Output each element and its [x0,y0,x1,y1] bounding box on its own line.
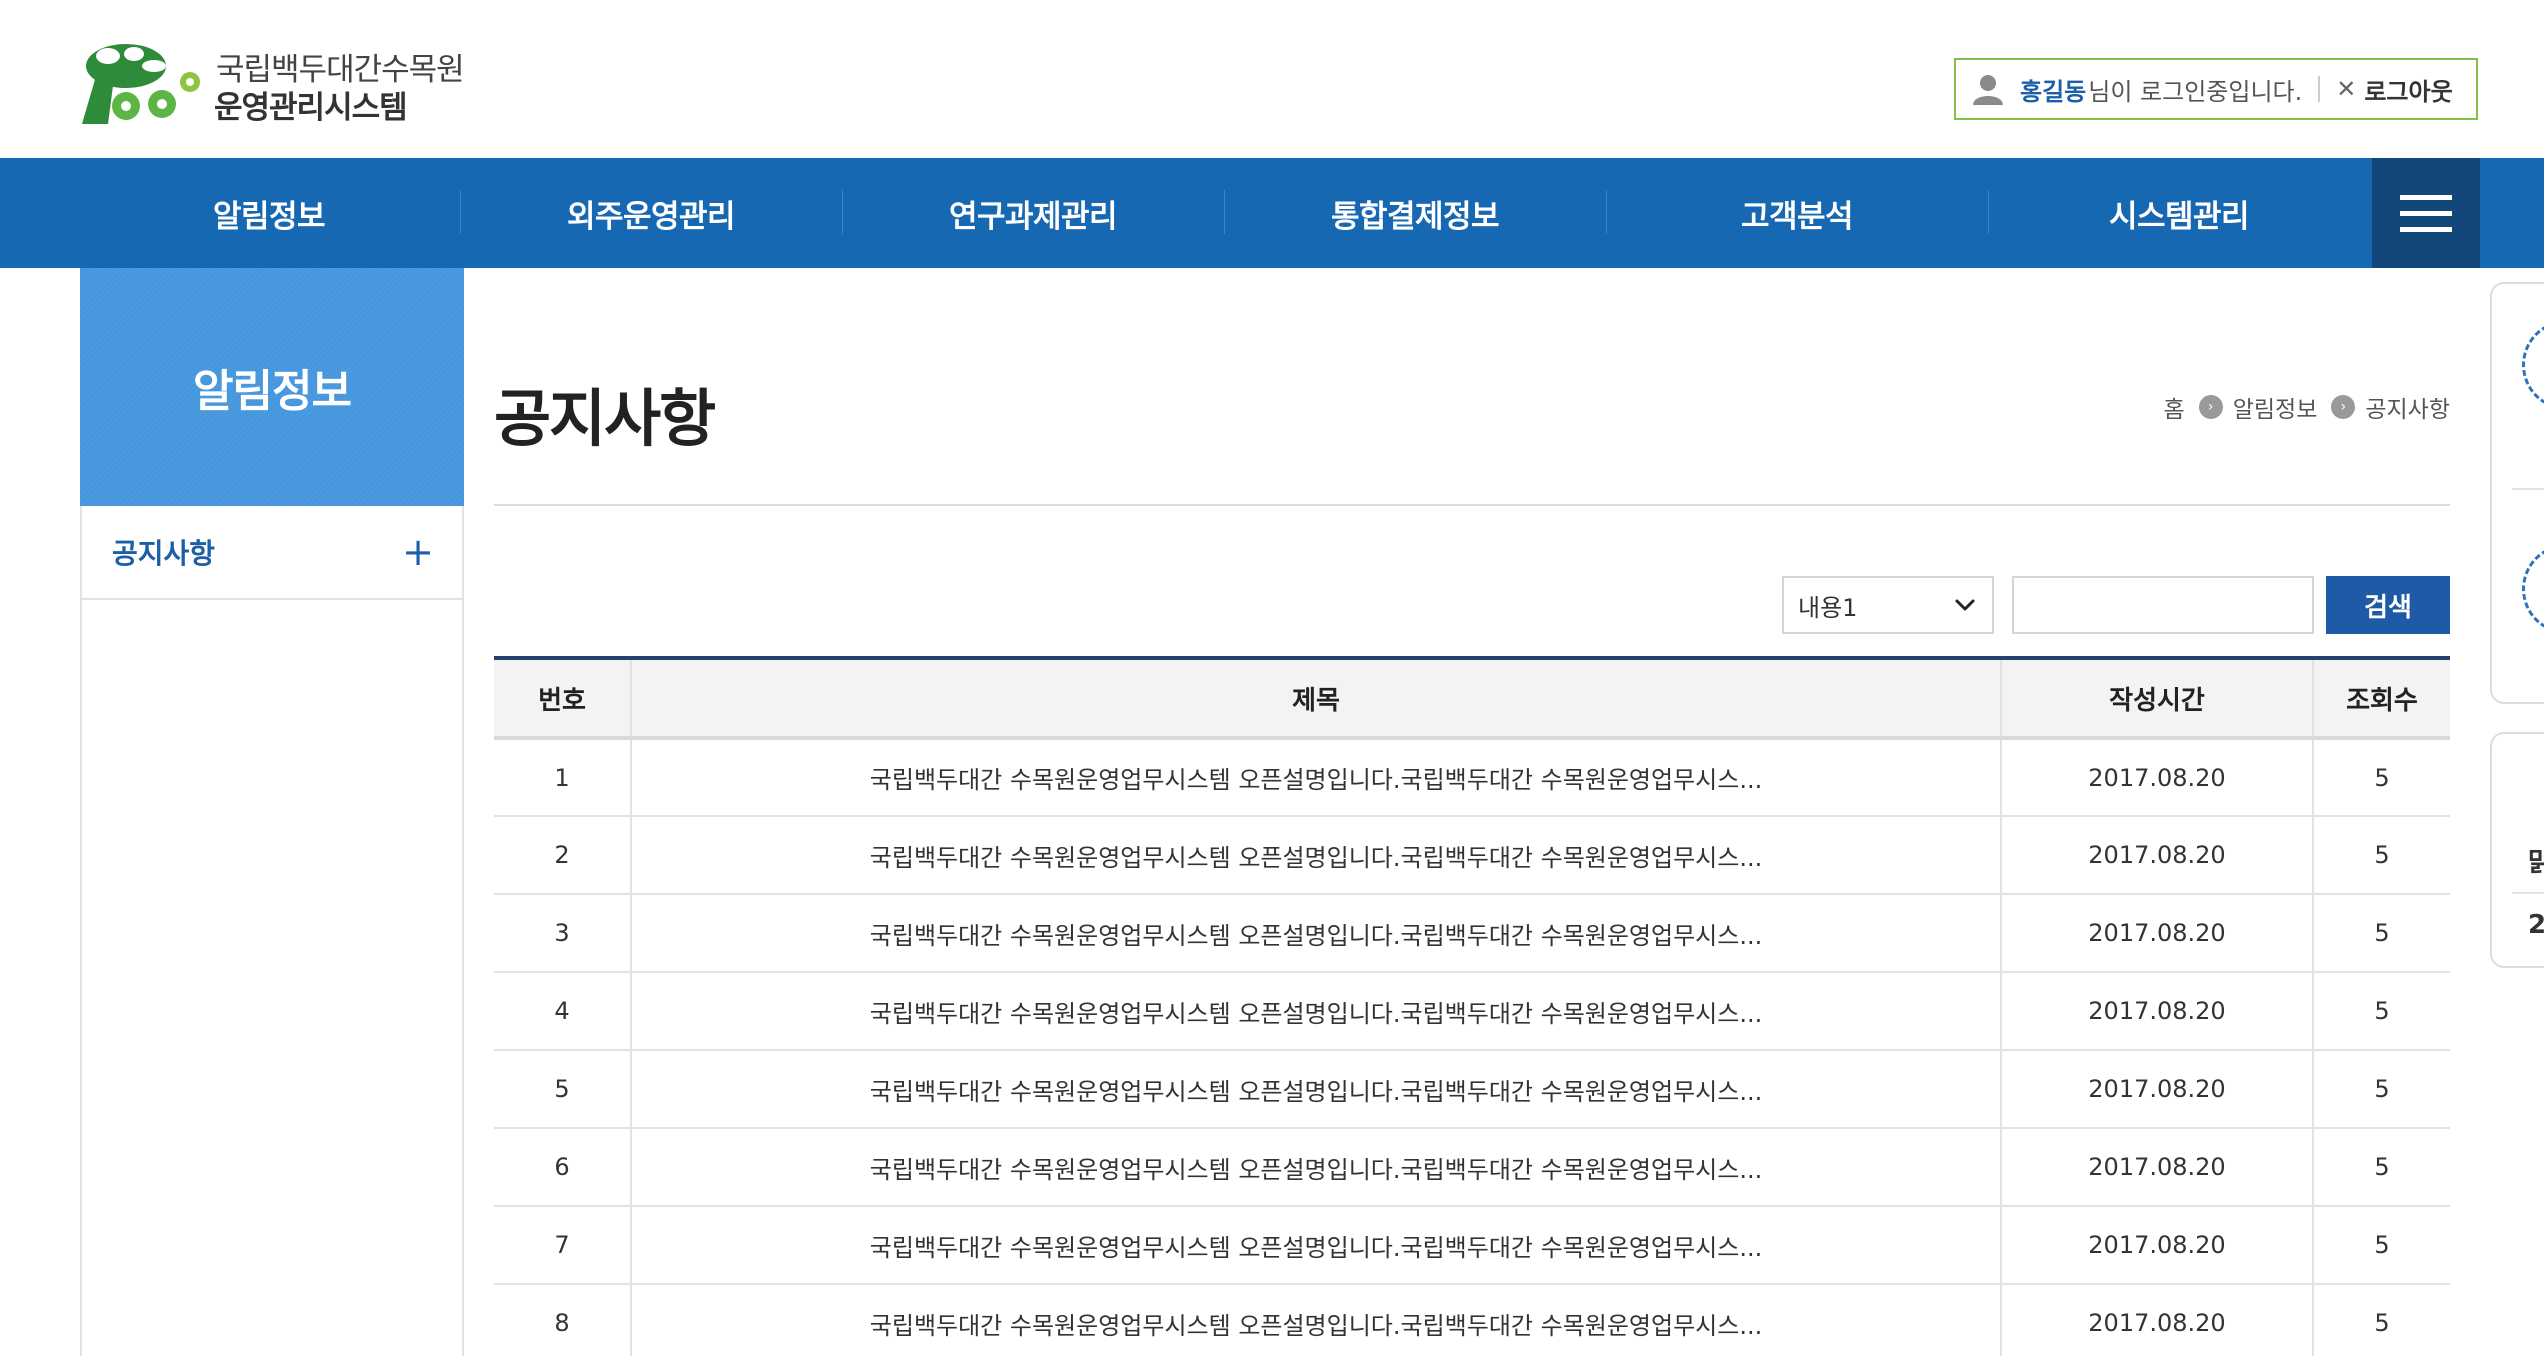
row-number: 7 [494,1206,631,1285]
breadcrumb: 홈 › 알림정보 › 공지사항 [2164,390,2450,424]
row-date: 2017.08.20 [2000,1206,2313,1285]
user-name: 홍길동 [2020,77,2087,106]
sidebar-item-label: 공지사항 [112,537,216,570]
table-row[interactable]: 7 국립백두대간 수목원운영업무시스템 오픈설명입니다.국립백두대간 수목원운영… [494,1206,2450,1285]
row-date: 2017.08.20 [2000,1128,2313,1207]
gnb-item-customer[interactable]: 고객분석 [1606,158,1988,268]
weather-text: 맑 [2528,842,2544,879]
table-row[interactable]: 2 국립백두대간 수목원운영업무시스템 오픈설명입니다.국립백두대간 수목원운영… [494,816,2450,895]
row-title-link[interactable]: 국립백두대간 수목원운영업무시스템 오픈설명입니다.국립백두대간 수목원운영업무… [629,738,2002,817]
row-date: 2017.08.20 [2000,738,2313,817]
table-row[interactable]: 5 국립백두대간 수목원운영업무시스템 오픈설명입니다.국립백두대간 수목원운영… [494,1050,2450,1129]
row-number: 8 [494,1284,631,1356]
row-number: 1 [494,738,631,817]
row-views: 5 [2311,1206,2450,1285]
table-row[interactable]: 4 국립백두대간 수목원운영업무시스템 오픈설명입니다.국립백두대간 수목원운영… [494,972,2450,1051]
row-title-link[interactable]: 국립백두대간 수목원운영업무시스템 오픈설명입니다.국립백두대간 수목원운영업무… [629,1128,2002,1207]
row-views: 5 [2311,738,2450,817]
sidebar: 알림정보 공지사항 + [80,268,464,1356]
chevron-right-icon: › [2331,395,2356,419]
row-number: 5 [494,1050,631,1129]
logo-title-line2: 운영관리시스템 [214,90,408,126]
search-type-select[interactable]: 내용1 [1782,576,1994,634]
user-icon [1973,75,2003,105]
gnb-item-outsourcing[interactable]: 외주운영관리 [460,158,842,268]
divider [2318,76,2321,102]
quick-menu-circle-icon [2522,320,2544,410]
logo-tree-icon [82,44,200,124]
breadcrumb-home[interactable]: 홈 [2164,390,2185,424]
divider [494,504,2450,506]
gnb-item-notice[interactable]: 알림정보 [78,158,460,268]
table-header-row: 번호 제목 작성시간 조회수 [494,656,2450,740]
breadcrumb-current[interactable]: 공지사항 [2365,390,2450,424]
row-views: 5 [2311,894,2450,973]
column-header-no: 번호 [494,656,631,740]
row-number: 2 [494,816,631,895]
row-number: 3 [494,894,631,973]
plus-icon: + [402,530,434,574]
chevron-down-icon [1955,599,1975,611]
search-type-value: 내용1 [1798,593,1858,622]
search-button[interactable]: 검색 [2326,576,2450,634]
search-input[interactable] [2012,576,2314,634]
divider [2512,488,2544,490]
hamburger-menu-icon[interactable] [2372,158,2480,268]
row-title-link[interactable]: 국립백두대간 수목원운영업무시스템 오픈설명입니다.국립백두대간 수목원운영업무… [629,972,2002,1051]
login-status: 홍길동 님이 로그인중입니다. ✕ 로그아웃 [1954,58,2478,120]
table-row[interactable]: 8 국립백두대간 수목원운영업무시스템 오픈설명입니다.국립백두대간 수목원운영… [494,1284,2450,1356]
weather-panel[interactable]: 맑 2( [2490,732,2544,968]
header: 국립백두대간수목원 운영관리시스템 홍길동 님이 로그인중입니다. ✕ 로그아웃 [0,0,2544,158]
row-views: 5 [2311,816,2450,895]
row-title-link[interactable]: 국립백두대간 수목원운영업무시스템 오픈설명입니다.국립백두대간 수목원운영업무… [629,816,2002,895]
row-number: 6 [494,1128,631,1207]
logout-label: 로그아웃 [2364,77,2453,106]
gnb-item-research[interactable]: 연구과제관리 [842,158,1224,268]
login-message: 님이 로그인중입니다. [2088,77,2303,106]
gnb-item-payment[interactable]: 통합결제정보 [1224,158,1606,268]
row-date: 2017.08.20 [2000,1050,2313,1129]
main-navigation: 알림정보 외주운영관리 연구과제관리 통합결제정보 고객분석 시스템관리 [0,158,2544,268]
row-views: 5 [2311,1128,2450,1207]
row-views: 5 [2311,1050,2450,1129]
table-row[interactable]: 6 국립백두대간 수목원운영업무시스템 오픈설명입니다.국립백두대간 수목원운영… [494,1128,2450,1207]
row-date: 2017.08.20 [2000,894,2313,973]
column-header-date: 작성시간 [2000,656,2313,740]
table-row[interactable]: 3 국립백두대간 수목원운영업무시스템 오픈설명입니다.국립백두대간 수목원운영… [494,894,2450,973]
search-bar: 내용1 검색 [1782,576,2450,634]
chevron-right-icon: › [2198,395,2223,419]
row-number: 4 [494,972,631,1051]
sidebar-item-notice[interactable]: 공지사항 + [82,506,462,600]
row-date: 2017.08.20 [2000,816,2313,895]
row-title-link[interactable]: 국립백두대간 수목원운영업무시스템 오픈설명입니다.국립백두대간 수목원운영업무… [629,1284,2002,1356]
logo[interactable]: 국립백두대간수목원 운영관리시스템 [78,36,478,126]
quick-menu-circle-icon [2522,544,2544,634]
sidebar-title: 알림정보 [80,268,464,506]
notice-table: 번호 제목 작성시간 조회수 1 국립백두대간 수목원운영업무시스템 오픈설명입… [494,656,2450,1356]
row-title-link[interactable]: 국립백두대간 수목원운영업무시스템 오픈설명입니다.국립백두대간 수목원운영업무… [629,1050,2002,1129]
close-icon: ✕ [2336,75,2357,103]
table-row[interactable]: 1 국립백두대간 수목원운영업무시스템 오픈설명입니다.국립백두대간 수목원운영… [494,738,2450,817]
main-content: 공지사항 홈 › 알림정보 › 공지사항 내용1 검색 번호 제목 작성시간 조… [494,268,2450,1356]
breadcrumb-notice-info[interactable]: 알림정보 [2233,390,2318,424]
quick-menu-panel[interactable] [2490,282,2544,704]
logout-button[interactable]: ✕ 로그아웃 [2336,72,2452,107]
row-views: 5 [2311,972,2450,1051]
row-title-link[interactable]: 국립백두대간 수목원운영업무시스템 오픈설명입니다.국립백두대간 수목원운영업무… [629,1206,2002,1285]
row-date: 2017.08.20 [2000,972,2313,1051]
column-header-title: 제목 [629,656,2002,740]
weather-date-text: 2( [2528,910,2544,940]
column-header-views: 조회수 [2311,656,2450,740]
gnb-item-system[interactable]: 시스템관리 [1988,158,2370,268]
row-views: 5 [2311,1284,2450,1356]
divider [2512,892,2544,894]
row-date: 2017.08.20 [2000,1284,2313,1356]
row-title-link[interactable]: 국립백두대간 수목원운영업무시스템 오픈설명입니다.국립백두대간 수목원운영업무… [629,894,2002,973]
page-title: 공지사항 [494,382,716,455]
